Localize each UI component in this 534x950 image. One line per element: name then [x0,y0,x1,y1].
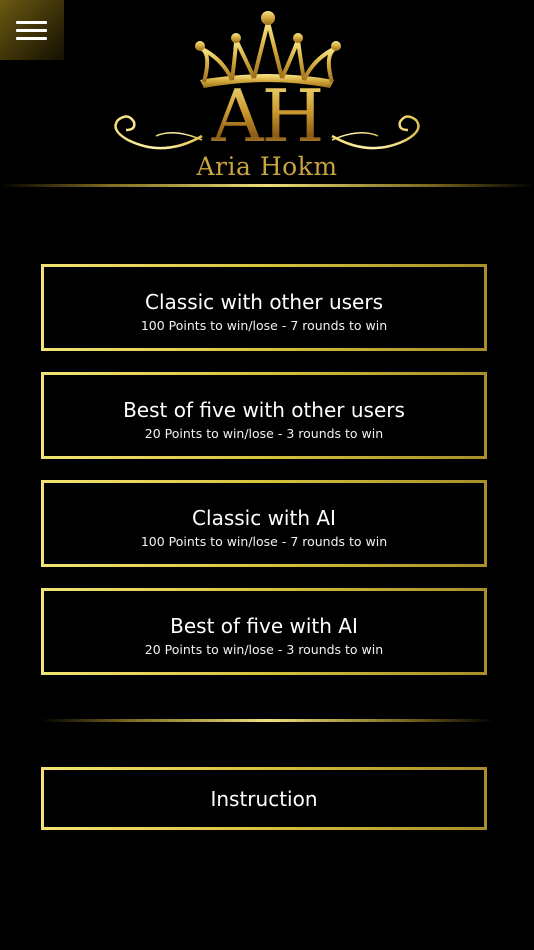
app-logo: AH Aria Hokm [104,8,430,181]
classic-with-ai-button[interactable]: Classic with AI 100 Points to win/lose -… [41,480,487,567]
mode-subtitle: 20 Points to win/lose - 3 rounds to win [144,642,384,657]
header-divider [0,184,534,187]
section-divider [40,719,494,722]
mode-title: Classic with AI [192,506,336,530]
mode-subtitle: 20 Points to win/lose - 3 rounds to win [144,426,384,441]
classic-with-other-users-button[interactable]: Classic with other users 100 Points to w… [41,264,487,351]
instruction-button[interactable]: Instruction [41,767,487,830]
app-screen: AH Aria Hokm Classic with other users 10… [0,0,534,950]
hamburger-menu-button[interactable] [0,0,64,60]
mode-title: Best of five with other users [123,398,405,422]
logo-wordmark: Aria Hokm [196,152,338,181]
instruction-label: Instruction [210,787,318,811]
menu-icon-bar [16,21,47,24]
mode-subtitle: 100 Points to win/lose - 7 rounds to win [140,318,388,333]
best-of-five-with-other-users-button[interactable]: Best of five with other users 20 Points … [41,372,487,459]
menu-icon-bar [16,29,47,32]
menu-icon-bar [16,37,47,40]
mode-subtitle: 100 Points to win/lose - 7 rounds to win [140,534,388,549]
logo-monogram: AH [104,76,430,156]
mode-title: Best of five with AI [170,614,358,638]
best-of-five-with-ai-button[interactable]: Best of five with AI 20 Points to win/lo… [41,588,487,675]
mode-title: Classic with other users [145,290,383,314]
